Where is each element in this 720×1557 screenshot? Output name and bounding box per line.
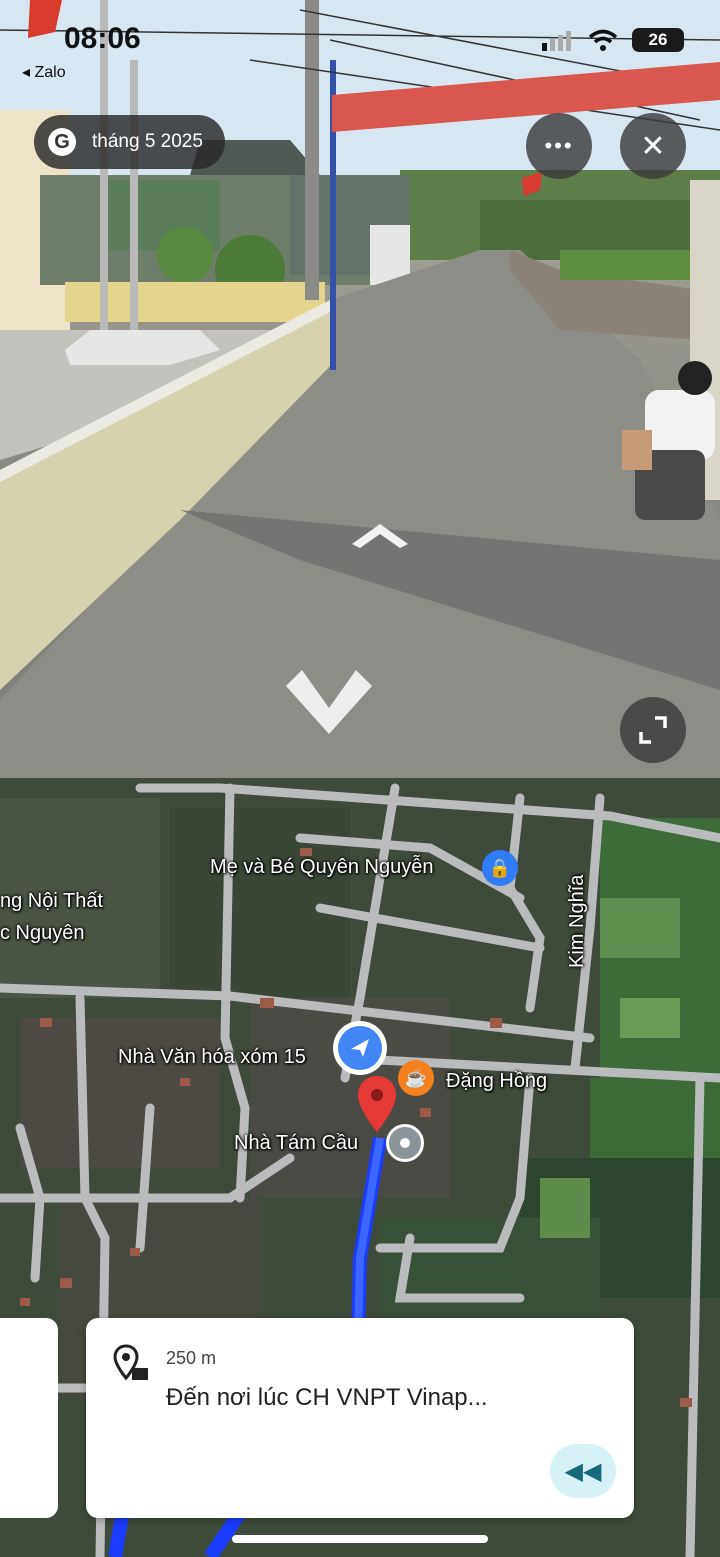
navigation-step-card[interactable]: 250 m Đến nơi lúc CH VNPT Vinap... ◀◀ xyxy=(86,1318,634,1518)
status-bar: 08:06 ◂ Zalo 26 xyxy=(0,10,720,81)
map-label-nha-van-hoa[interactable]: Nhà Văn hóa xóm 15 xyxy=(118,1046,306,1069)
street-view-panel[interactable]: 08:06 ◂ Zalo 26 G tháng 5 2025 ••• ✕ xyxy=(0,0,720,778)
close-icon: ✕ xyxy=(640,129,666,163)
more-horizontal-icon: ••• xyxy=(544,133,574,158)
close-street-view-button[interactable]: ✕ xyxy=(620,113,686,179)
place-marker-icon[interactable] xyxy=(386,1124,424,1162)
destination-flag-icon xyxy=(113,1344,148,1381)
back-to-app-link[interactable]: ◂ Zalo xyxy=(22,62,66,82)
navigation-arrow-icon xyxy=(351,1039,369,1057)
back-app-label: Zalo xyxy=(34,64,66,81)
map-label-nha-tam-cau[interactable]: Nhà Tám Cầu xyxy=(234,1132,358,1155)
map-label-dang-hong[interactable]: Đặng Hồng xyxy=(446,1070,547,1093)
chevron-up-icon[interactable] xyxy=(352,522,408,548)
google-logo-icon: G xyxy=(48,128,76,156)
imagery-date-label: tháng 5 2025 xyxy=(92,131,203,152)
battery-indicator: 26 xyxy=(632,28,684,52)
cafe-icon[interactable]: ☕ xyxy=(398,1060,434,1096)
map-label-noi-that-2[interactable]: c Nguyên xyxy=(0,922,85,945)
road-label-kim-nghia: Kim Nghĩa xyxy=(566,874,588,968)
home-indicator[interactable] xyxy=(232,1535,488,1543)
current-location-button[interactable] xyxy=(333,1021,387,1075)
previous-step-card[interactable] xyxy=(0,1318,58,1518)
expand-button[interactable] xyxy=(620,697,686,763)
rewind-icon: ◀◀ xyxy=(564,1457,602,1485)
wifi-icon xyxy=(588,29,618,51)
chevron-down-icon[interactable] xyxy=(286,668,372,734)
rewind-button[interactable]: ◀◀ xyxy=(550,1444,616,1498)
expand-icon xyxy=(639,716,667,744)
map-label-noi-that-1[interactable]: ng Nội Thất xyxy=(0,890,103,913)
imagery-date-pill[interactable]: G tháng 5 2025 xyxy=(34,115,225,169)
destination-pin-icon[interactable] xyxy=(356,1074,398,1136)
step-distance: 250 m xyxy=(166,1348,217,1368)
shopping-bag-icon[interactable]: 🔒 xyxy=(482,850,518,886)
step-destination: Đến nơi lúc CH VNPT Vinap... xyxy=(166,1384,488,1411)
map-label-me-va-be[interactable]: Mẹ và Bé Quyên Nguyễn xyxy=(210,856,433,879)
clock: 08:06 xyxy=(64,22,141,55)
status-icons: 26 xyxy=(542,28,684,52)
more-options-button[interactable]: ••• xyxy=(526,113,592,179)
cell-signal-icon xyxy=(542,31,571,51)
